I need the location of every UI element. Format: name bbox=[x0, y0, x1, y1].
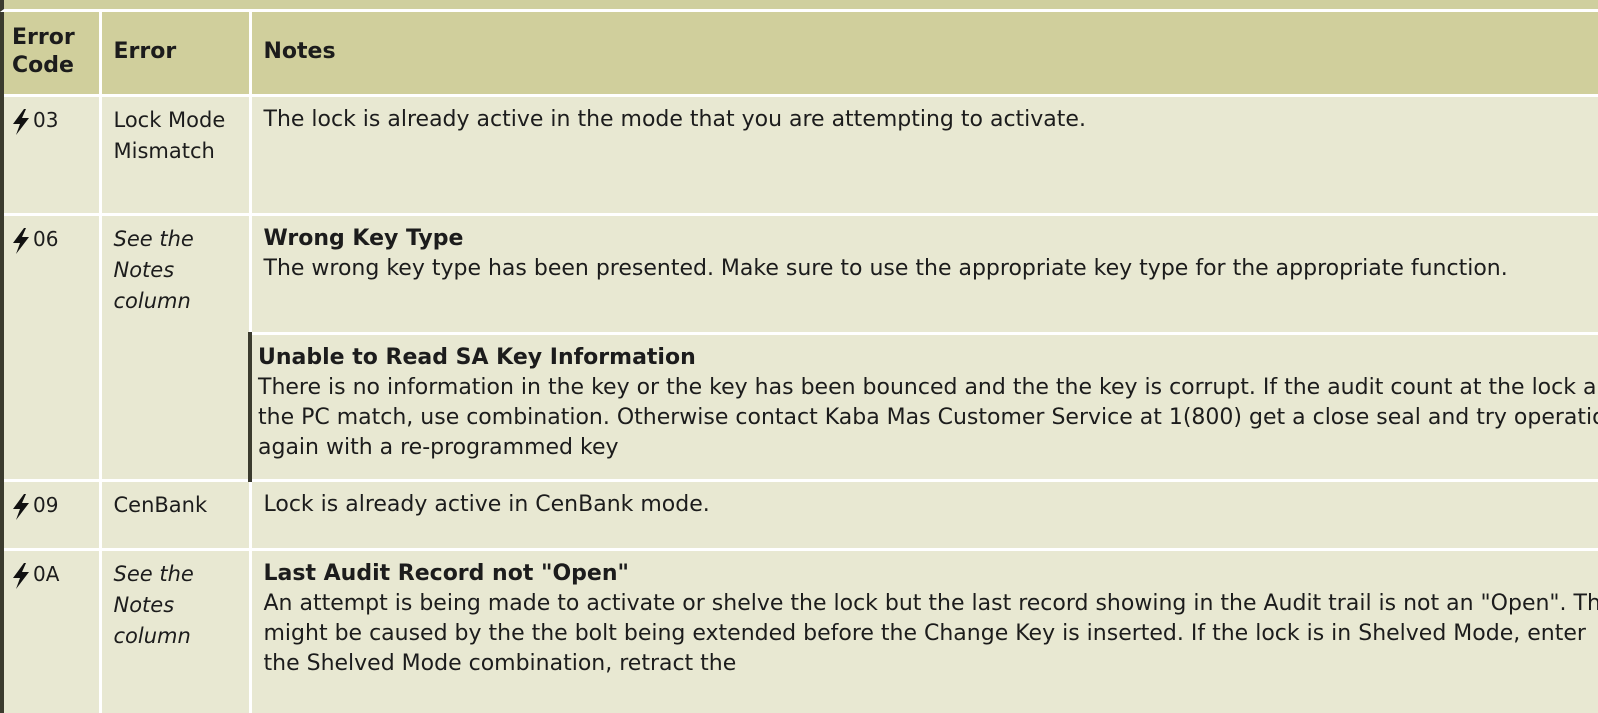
header-error: Error bbox=[100, 12, 252, 97]
error-code: 0A bbox=[33, 562, 60, 586]
table-header-row: Error Code Error Notes bbox=[0, 12, 1598, 97]
lightning-bolt-icon bbox=[13, 494, 29, 520]
note-body: The lock is already active in the mode t… bbox=[263, 107, 1086, 132]
notes-cell: Wrong Key Type The wrong key type has be… bbox=[250, 214, 1598, 335]
table-row: 06 See the Notes column Wrong Key Type T… bbox=[0, 214, 1598, 482]
note-title: Wrong Key Type bbox=[263, 226, 464, 251]
note-body: There is no information in the key or th… bbox=[258, 375, 1598, 460]
header-notes: Notes bbox=[250, 12, 1598, 97]
error-code-cell: 09 bbox=[0, 480, 102, 551]
note-body: The wrong key type has been presented. M… bbox=[263, 256, 1508, 281]
error-name: See the Notes column bbox=[113, 562, 194, 648]
notes-cell: Last Audit Record not "Open" An attempt … bbox=[250, 549, 1598, 713]
error-code-cell: 0A bbox=[0, 549, 102, 713]
notes-cell: Unable to Read SA Key Information There … bbox=[248, 333, 1598, 482]
error-name: Lock Mode Mismatch bbox=[113, 108, 226, 163]
table-top-border bbox=[0, 0, 1598, 12]
lightning-bolt-icon bbox=[13, 228, 29, 254]
table-row: 09 CenBank Lock is already active in Cen… bbox=[0, 480, 1598, 551]
lightning-bolt-icon bbox=[13, 109, 29, 135]
notes-cell: Lock is already active in CenBank mode. bbox=[250, 480, 1598, 551]
lightning-bolt-icon bbox=[13, 563, 29, 589]
note-title: Last Audit Record not "Open" bbox=[263, 561, 629, 586]
table-row: 0A See the Notes column Last Audit Recor… bbox=[0, 549, 1598, 713]
note-title: Unable to Read SA Key Information bbox=[258, 345, 696, 370]
error-name-cell: Lock Mode Mismatch bbox=[100, 95, 252, 216]
error-code-cell: 03 bbox=[0, 95, 102, 216]
error-code-cell: 06 bbox=[0, 214, 102, 482]
error-name-cell: See the Notes column bbox=[100, 214, 252, 482]
notes-cell: The lock is already active in the mode t… bbox=[250, 95, 1598, 216]
table-row: 03 Lock Mode Mismatch The lock is alread… bbox=[0, 95, 1598, 216]
error-codes-page: Error Code Error Notes 03 Lock Mode Mism… bbox=[0, 0, 1598, 713]
error-name-cell: CenBank bbox=[100, 480, 252, 551]
note-body: Lock is already active in CenBank mode. bbox=[263, 492, 710, 517]
error-code: 06 bbox=[33, 227, 59, 251]
error-codes-table: Error Code Error Notes 03 Lock Mode Mism… bbox=[0, 12, 1598, 713]
note-body: An attempt is being made to activate or … bbox=[263, 591, 1598, 676]
error-code: 09 bbox=[33, 493, 59, 517]
error-name: See the Notes column bbox=[113, 227, 194, 313]
error-code: 03 bbox=[33, 108, 59, 132]
error-name-cell: See the Notes column bbox=[100, 549, 252, 713]
header-error-code: Error Code bbox=[0, 12, 102, 97]
error-name: CenBank bbox=[113, 493, 208, 517]
